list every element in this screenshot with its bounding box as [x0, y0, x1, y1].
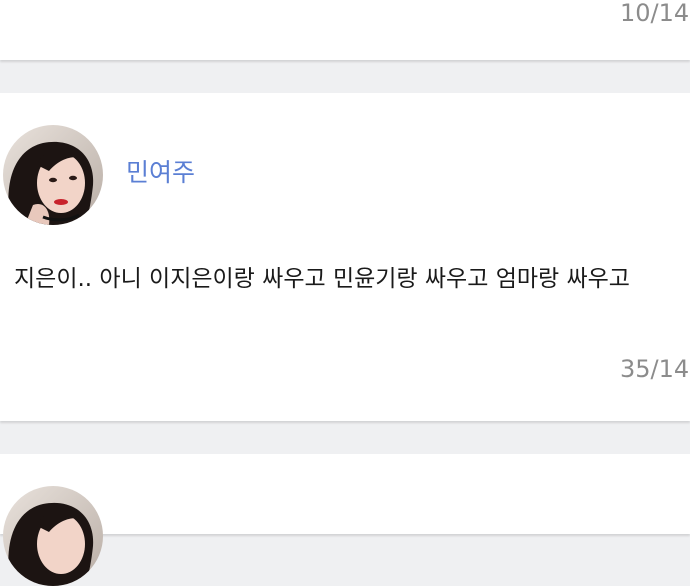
feed-card: 10/140 — [0, 0, 690, 60]
avatar-photo — [3, 486, 103, 586]
author-name[interactable]: 민여주 — [126, 157, 195, 189]
character-count: 35/140 — [620, 355, 690, 383]
message-text: 지은이.. 아니 이지은이랑 싸우고 민윤기랑 싸우고 엄마랑 싸우고 — [14, 266, 630, 292]
avatar-photo — [3, 125, 103, 225]
character-count: 10/140 — [620, 0, 690, 27]
feed-card — [0, 454, 690, 586]
feed-card: 민여주 지은이.. 아니 이지은이랑 싸우고 민윤기랑 싸우고 엄마랑 싸우고 … — [0, 93, 690, 421]
avatar[interactable] — [3, 486, 103, 586]
avatar[interactable] — [3, 125, 103, 225]
